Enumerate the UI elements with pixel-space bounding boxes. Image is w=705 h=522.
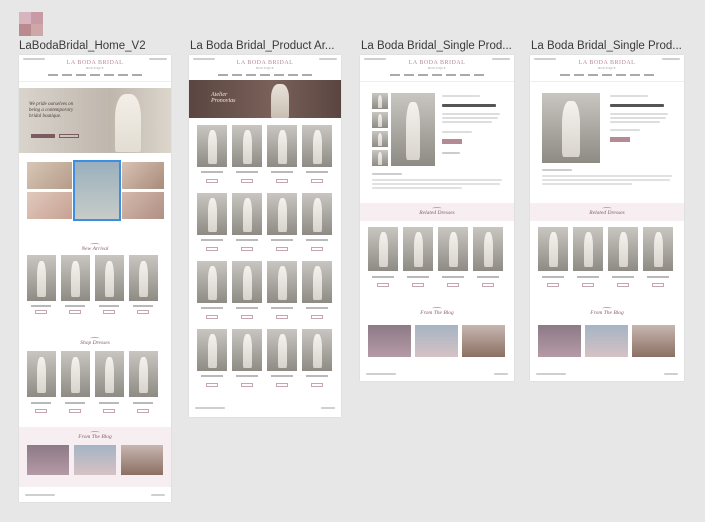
product-card-image[interactable] xyxy=(232,329,262,371)
product-card-image[interactable] xyxy=(197,193,227,235)
frame-home[interactable]: LA BODA BRIDAL BOUTIQUE We pride ourselve… xyxy=(19,55,171,502)
product-card-image[interactable] xyxy=(267,261,297,303)
blog-card[interactable] xyxy=(462,325,505,357)
frame-title-home[interactable]: LaBodaBridal_Home_V2 xyxy=(19,40,179,52)
product-card-image[interactable] xyxy=(129,351,158,397)
blog-card[interactable] xyxy=(368,325,411,357)
site-footer xyxy=(19,490,171,502)
blog-card[interactable] xyxy=(121,445,163,475)
frame-title-single-product-2[interactable]: La Boda Bridal_Single Prod... xyxy=(531,40,683,52)
blog-card[interactable] xyxy=(538,325,581,357)
blog-card[interactable] xyxy=(585,325,628,357)
main-nav xyxy=(530,74,684,76)
main-nav xyxy=(360,74,514,76)
archive-banner: Atelier Pronovias xyxy=(189,80,341,118)
product-card-image[interactable] xyxy=(267,193,297,235)
main-nav xyxy=(189,74,341,76)
collection-tile[interactable] xyxy=(27,162,72,189)
product-main-image[interactable] xyxy=(542,93,600,163)
product-thumbnail[interactable] xyxy=(372,150,388,166)
product-card-image[interactable] xyxy=(302,125,332,167)
product-card-image[interactable] xyxy=(61,351,90,397)
site-logo: LA BODA BRIDAL BOUTIQUE xyxy=(578,60,636,70)
blog-heading: From The Blog xyxy=(530,307,684,316)
product-card-image[interactable] xyxy=(302,193,332,235)
product-card-image[interactable] xyxy=(302,261,332,303)
main-nav xyxy=(19,74,171,76)
product-card-image[interactable] xyxy=(232,125,262,167)
site-header: LA BODA BRIDAL BOUTIQUE xyxy=(530,55,684,82)
product-card-image[interactable] xyxy=(197,125,227,167)
frame-title-single-product-1[interactable]: La Boda Bridal_Single Prod... xyxy=(361,40,513,52)
product-card-image[interactable] xyxy=(573,227,603,271)
product-thumbnail[interactable] xyxy=(372,112,388,128)
product-card-image[interactable] xyxy=(403,227,433,271)
site-logo: LA BODA BRIDAL BOUTIQUE xyxy=(408,60,466,70)
color-swatch xyxy=(19,24,31,36)
related-dresses-heading: Related Dresses xyxy=(360,203,514,221)
blog-heading: From The Blog xyxy=(360,307,514,316)
product-card-image[interactable] xyxy=(197,261,227,303)
frame-title-product-archive[interactable]: La Boda Bridal_Product Ar... xyxy=(190,40,340,52)
product-card-image[interactable] xyxy=(27,351,56,397)
product-card-image[interactable] xyxy=(608,227,638,271)
blog-card[interactable] xyxy=(632,325,675,357)
blog-card[interactable] xyxy=(74,445,116,475)
color-swatch xyxy=(31,12,43,24)
color-swatch xyxy=(31,24,43,36)
product-card-image[interactable] xyxy=(538,227,568,271)
site-footer xyxy=(530,369,684,381)
product-card-image[interactable] xyxy=(232,193,262,235)
product-card-image[interactable] xyxy=(267,125,297,167)
product-card-image[interactable] xyxy=(95,255,124,301)
product-card-image[interactable] xyxy=(232,261,262,303)
shop-dresses-heading: Shop Dresses xyxy=(19,337,171,346)
frame-product-archive[interactable]: LA BODA BRIDAL BOUTIQUE Atelier Pronovias xyxy=(189,55,341,417)
frame-single-product-1[interactable]: LA BODA BRIDAL BOUTIQUE Related Dresses F… xyxy=(360,55,514,381)
product-thumbnail[interactable] xyxy=(372,131,388,147)
hero-tagline: We pride ourselves on being a contempora… xyxy=(29,102,74,119)
collection-tile-selected[interactable] xyxy=(73,160,121,221)
frame-single-product-2[interactable]: LA BODA BRIDAL BOUTIQUE Related Dresses F… xyxy=(530,55,684,381)
collection-tile[interactable] xyxy=(27,192,72,219)
site-header: LA BODA BRIDAL BOUTIQUE xyxy=(360,55,514,82)
hero-image: We pride ourselves on being a contempora… xyxy=(19,88,171,153)
site-logo: LA BODA BRIDAL BOUTIQUE xyxy=(66,60,124,70)
product-card-image[interactable] xyxy=(368,227,398,271)
archive-banner-title: Atelier Pronovias xyxy=(211,92,236,104)
product-card-image[interactable] xyxy=(61,255,90,301)
hero-button-secondary[interactable] xyxy=(59,134,79,138)
hero-button[interactable] xyxy=(31,134,55,138)
product-card-image[interactable] xyxy=(438,227,468,271)
product-card-image[interactable] xyxy=(95,351,124,397)
site-header: LA BODA BRIDAL BOUTIQUE xyxy=(19,55,171,82)
product-card-image[interactable] xyxy=(473,227,503,271)
color-swatch-group xyxy=(19,12,43,36)
site-footer xyxy=(360,369,514,381)
product-main-image[interactable] xyxy=(391,93,435,166)
site-logo: LA BODA BRIDAL BOUTIQUE xyxy=(236,60,294,70)
new-arrivals-heading: New Arrival xyxy=(19,243,171,252)
product-card-image[interactable] xyxy=(27,255,56,301)
color-swatch xyxy=(19,12,31,24)
blog-card[interactable] xyxy=(415,325,458,357)
blog-card[interactable] xyxy=(27,445,69,475)
product-card-image[interactable] xyxy=(197,329,227,371)
collection-tile[interactable] xyxy=(122,192,164,219)
related-dresses-heading: Related Dresses xyxy=(530,203,684,221)
collection-tile[interactable] xyxy=(122,162,164,189)
product-card-image[interactable] xyxy=(267,329,297,371)
product-card-image[interactable] xyxy=(643,227,673,271)
product-card-image[interactable] xyxy=(129,255,158,301)
product-thumbnail[interactable] xyxy=(372,93,388,109)
site-header: LA BODA BRIDAL BOUTIQUE xyxy=(189,55,341,82)
book-appointment-button[interactable] xyxy=(442,139,462,144)
site-footer xyxy=(189,403,341,415)
book-appointment-button[interactable] xyxy=(610,137,630,142)
product-card-image[interactable] xyxy=(302,329,332,371)
